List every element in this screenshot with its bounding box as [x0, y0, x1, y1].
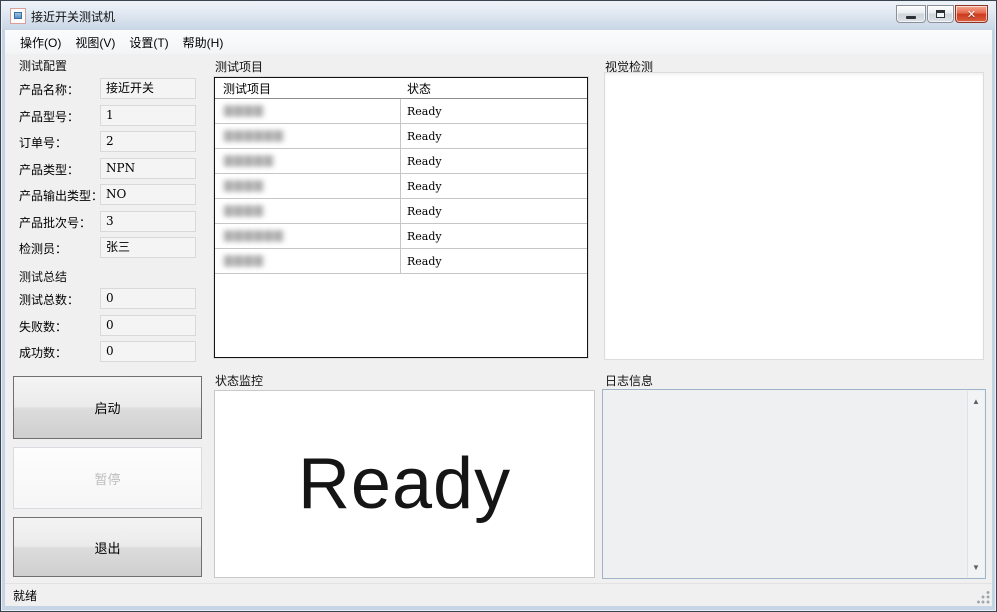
field-label: 成功数： [19, 344, 67, 361]
test-item-status: Ready [401, 255, 587, 268]
menu-view[interactable]: 视图(V) [68, 31, 122, 54]
status-monitor-value: Ready [298, 443, 511, 525]
scroll-up-icon[interactable]: ▲ [968, 393, 984, 409]
field-label: 产品批次号： [19, 214, 91, 231]
test-item-status: Ready [401, 155, 587, 168]
start-button[interactable]: 启动 [13, 376, 202, 439]
product-type-input[interactable]: NPN [100, 158, 196, 179]
exit-button[interactable]: 退出 [13, 517, 202, 577]
table-row[interactable]: 〓〓〓〓 Ready [215, 249, 587, 274]
product-model-input[interactable]: 1 [100, 105, 196, 126]
status-bar: 就绪 [5, 583, 992, 606]
test-item-status: Ready [401, 105, 587, 118]
table-row[interactable]: 〓〓〓〓 Ready [215, 199, 587, 224]
total-tests-value: 0 [100, 288, 196, 309]
window-controls: ✕ [896, 5, 988, 23]
maximize-button[interactable] [927, 5, 954, 23]
field-label: 产品型号： [19, 108, 79, 125]
menu-help[interactable]: 帮助(H) [176, 31, 231, 54]
table-row[interactable]: 〓〓〓〓 Ready [215, 99, 587, 124]
field-label: 检测员： [19, 240, 67, 257]
field-label: 产品类型： [19, 161, 79, 178]
field-label: 测试总数： [19, 291, 79, 308]
test-item-name-redacted: 〓〓〓〓〓〓 [223, 228, 283, 244]
table-row[interactable]: 〓〓〓〓〓〓 Ready [215, 124, 587, 149]
table-row[interactable]: 〓〓〓〓〓〓 Ready [215, 224, 587, 249]
test-item-status: Ready [401, 205, 587, 218]
menu-bar: 操作(O) 视图(V) 设置(T) 帮助(H) [5, 30, 992, 54]
resize-grip-icon[interactable] [977, 591, 990, 604]
test-items-title: 测试项目 [215, 58, 263, 75]
summary-group-title: 测试总结 [19, 268, 67, 285]
pause-button: 暂停 [13, 447, 202, 509]
vision-detection-panel [604, 72, 984, 360]
test-item-name-redacted: 〓〓〓〓 [223, 253, 263, 269]
inspector-input[interactable]: 张三 [100, 237, 196, 258]
log-textarea[interactable]: ▲ ▼ [602, 389, 986, 579]
status-bar-text: 就绪 [13, 587, 37, 604]
menu-operation[interactable]: 操作(O) [13, 31, 68, 54]
close-icon: ✕ [967, 8, 976, 21]
product-name-input[interactable]: 接近开关 [100, 78, 196, 99]
minimize-button[interactable] [896, 5, 926, 23]
column-header-status: 状态 [401, 80, 587, 97]
test-item-name-redacted: 〓〓〓〓〓 [223, 153, 273, 169]
test-items-table: 测试项目 状态 〓〓〓〓 Ready 〓〓〓〓〓〓 Ready 〓〓〓〓〓 Re… [214, 77, 588, 358]
test-item-status: Ready [401, 180, 587, 193]
success-count-value: 0 [100, 341, 196, 362]
menu-settings[interactable]: 设置(T) [122, 31, 175, 54]
app-window: 接近开关测试机 ✕ 操作(O) 视图(V) 设置(T) 帮助(H) 测试配置 产… [0, 0, 997, 612]
test-item-name-redacted: 〓〓〓〓 [223, 203, 263, 219]
fail-count-value: 0 [100, 315, 196, 336]
field-label: 订单号： [19, 134, 67, 151]
test-item-name-redacted: 〓〓〓〓 [223, 103, 263, 119]
minimize-icon [906, 16, 916, 19]
config-group-title: 测试配置 [19, 57, 67, 74]
log-scrollbar[interactable]: ▲ ▼ [967, 391, 984, 577]
test-item-name-redacted: 〓〓〓〓 [223, 178, 263, 194]
order-number-input[interactable]: 2 [100, 131, 196, 152]
title-bar[interactable]: 接近开关测试机 ✕ [2, 2, 995, 30]
output-type-input[interactable]: NO [100, 184, 196, 205]
status-monitor-panel: Ready [214, 390, 595, 578]
test-item-status: Ready [401, 130, 587, 143]
column-header-item: 测试项目 [215, 80, 401, 97]
maximize-icon [936, 10, 945, 18]
field-label: 产品输出类型： [19, 187, 103, 204]
test-item-name-redacted: 〓〓〓〓〓〓 [223, 128, 283, 144]
field-label: 失败数： [19, 318, 67, 335]
test-item-status: Ready [401, 230, 587, 243]
field-label: 产品名称： [19, 81, 79, 98]
table-header: 测试项目 状态 [215, 78, 587, 99]
batch-number-input[interactable]: 3 [100, 211, 196, 232]
client-area: 测试配置 产品名称： 接近开关 产品型号： 1 订单号： 2 产品类型： NPN… [5, 54, 992, 583]
status-monitor-title: 状态监控 [215, 372, 263, 389]
app-icon [10, 8, 26, 24]
table-row[interactable]: 〓〓〓〓〓 Ready [215, 149, 587, 174]
scroll-down-icon[interactable]: ▼ [968, 559, 984, 575]
log-title: 日志信息 [605, 372, 653, 389]
window-title: 接近开关测试机 [31, 8, 115, 25]
close-button[interactable]: ✕ [955, 5, 988, 23]
table-row[interactable]: 〓〓〓〓 Ready [215, 174, 587, 199]
